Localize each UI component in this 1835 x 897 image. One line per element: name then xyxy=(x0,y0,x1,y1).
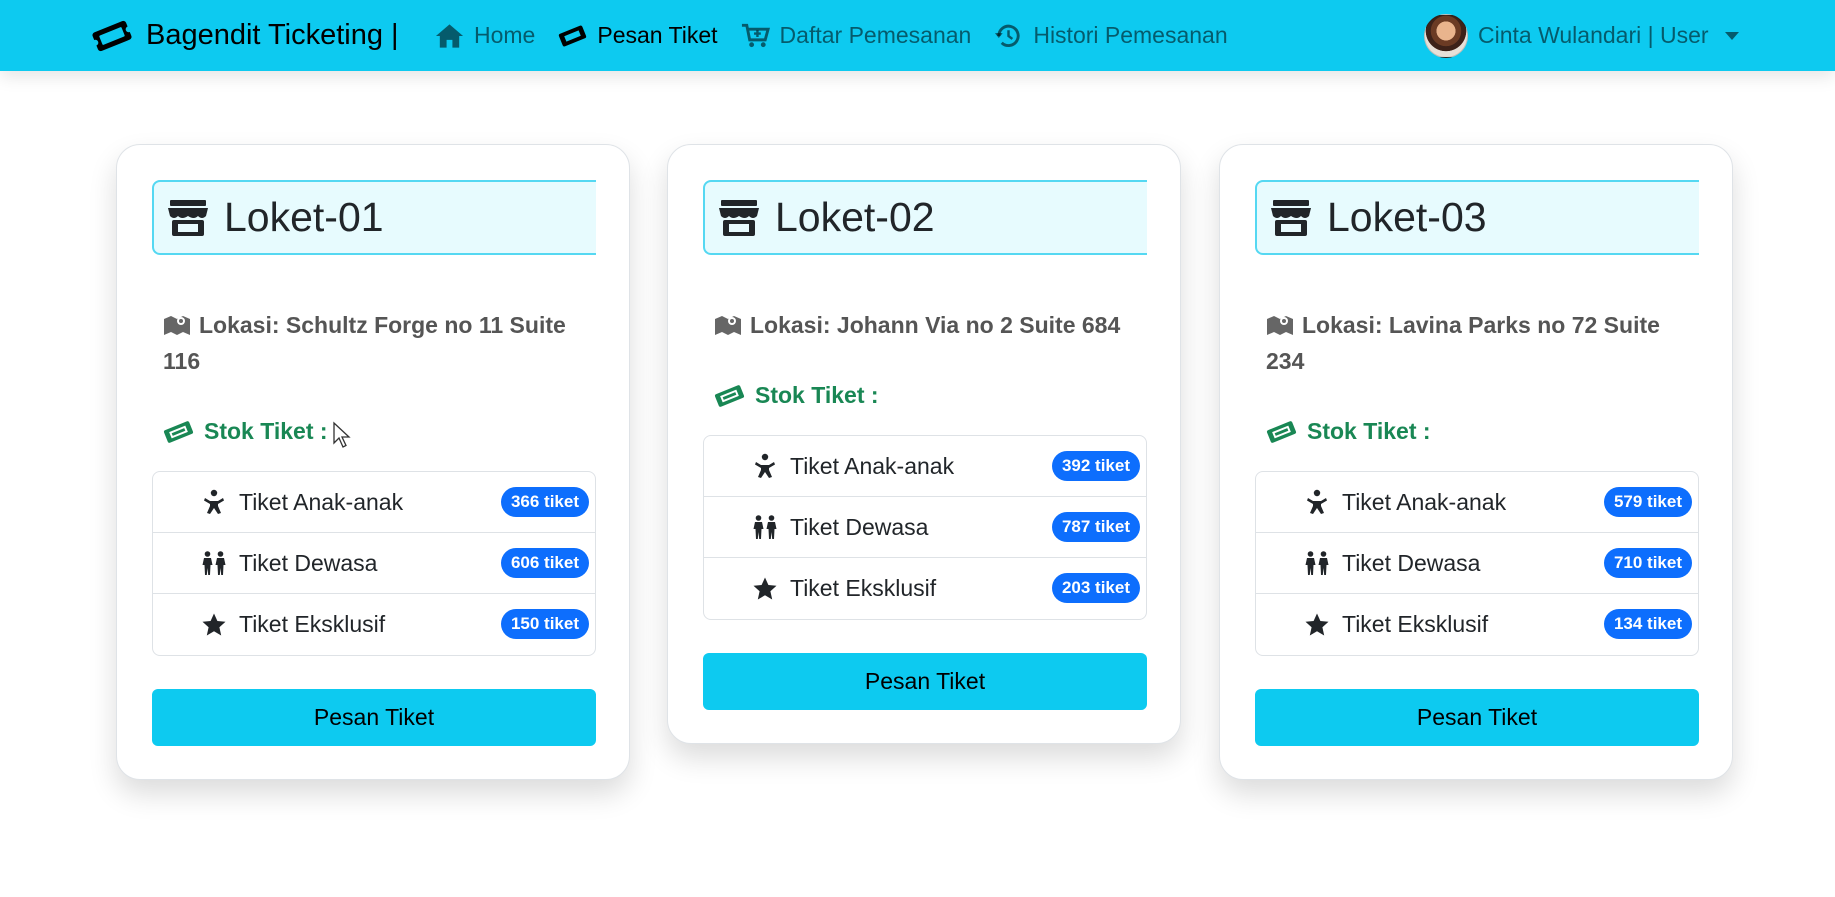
stock-badge: 606 tiket xyxy=(500,548,589,578)
stok-heading: Stok Tiket : xyxy=(1266,418,1431,445)
stok-label: Stok Tiket : xyxy=(204,418,328,444)
nav-links: Home Pesan Tiket Daftar Pemesanan Histor… xyxy=(434,0,1250,71)
mouse-cursor-icon xyxy=(333,421,351,448)
people-icon xyxy=(1305,551,1329,575)
navbar: Bagendit Ticketing | Home Pesan Tiket Da… xyxy=(0,0,1835,71)
loket-name: Loket-03 xyxy=(1327,194,1487,240)
ticket-label: Tiket Anak-anak xyxy=(239,488,404,515)
store-icon xyxy=(1271,199,1311,236)
nav-pesan-tiket[interactable]: Pesan Tiket xyxy=(557,22,718,50)
home-icon xyxy=(435,23,464,48)
loket-title: Loket-02 xyxy=(703,180,1147,255)
ticket-icon xyxy=(714,384,745,407)
location: Lokasi: Schultz Forge no 11 Suite 116 xyxy=(163,307,583,379)
stock-badge: 579 tiket xyxy=(1603,487,1692,517)
nav-daftar-label: Daftar Pemesanan xyxy=(779,22,972,48)
child-icon xyxy=(1307,489,1327,514)
loket-card: Loket-03 Lokasi: Lavina Parks no 72 Suite… xyxy=(1219,144,1733,780)
user-menu[interactable]: Cinta Wulandari | User xyxy=(1424,0,1739,71)
ticket-item: Tiket Dewasa 606 tiket xyxy=(153,533,595,594)
loket-name: Loket-02 xyxy=(775,194,935,240)
star-icon xyxy=(202,613,226,635)
history-icon xyxy=(995,24,1020,47)
pesan-tiket-button[interactable]: Pesan Tiket xyxy=(1255,689,1699,746)
star-icon xyxy=(753,577,777,599)
location-text: Lokasi: Johann Via no 2 Suite 684 xyxy=(750,312,1121,338)
nav-histori-pemesanan[interactable]: Histori Pemesanan xyxy=(993,22,1228,50)
ticket-label: Tiket Dewasa xyxy=(790,513,929,540)
stock-badge: 392 tiket xyxy=(1051,451,1140,481)
ticket-item: Tiket Dewasa 787 tiket xyxy=(704,497,1146,558)
ticket-label: Tiket Eksklusif xyxy=(239,611,386,637)
store-icon xyxy=(719,199,759,236)
brand-name: Bagendit Ticketing | xyxy=(146,19,399,51)
pesan-tiket-button[interactable]: Pesan Tiket xyxy=(703,653,1147,710)
ticket-item: Tiket Eksklusif 134 tiket xyxy=(1256,594,1698,655)
stock-badge: 787 tiket xyxy=(1051,512,1140,542)
map-icon xyxy=(715,316,741,335)
stok-label: Stok Tiket : xyxy=(755,382,879,408)
user-label: Cinta Wulandari | User xyxy=(1478,22,1709,48)
ticket-list: Tiket Anak-anak 366 tiket Tiket Dewasa 606 … xyxy=(152,471,596,656)
ticket-label: Tiket Eksklusif xyxy=(790,575,937,601)
stock-badge: 150 tiket xyxy=(500,609,589,639)
child-icon xyxy=(204,489,224,514)
ticket-list: Tiket Anak-anak 392 tiket Tiket Dewasa 787 … xyxy=(703,435,1147,620)
stock-badge: 366 tiket xyxy=(500,487,589,517)
ticket-icon xyxy=(163,420,194,443)
chevron-down-icon xyxy=(1724,31,1739,40)
ticket-label: Tiket Dewasa xyxy=(1342,549,1481,576)
loket-card: Loket-02 Lokasi: Johann Via no 2 Suite 68… xyxy=(667,144,1181,744)
avatar xyxy=(1424,13,1468,58)
nav-home-label: Home xyxy=(474,22,536,48)
ticket-list: Tiket Anak-anak 579 tiket Tiket Dewasa 710 … xyxy=(1255,471,1699,656)
people-icon xyxy=(753,515,777,539)
nav-pesan-tiket-label: Pesan Tiket xyxy=(597,22,718,48)
ticket-icon xyxy=(1266,420,1297,443)
nav-home[interactable]: Home xyxy=(434,22,535,50)
ticket-label: Tiket Dewasa xyxy=(239,549,378,576)
location: Lokasi: Lavina Parks no 72 Suite 234 xyxy=(1266,307,1686,379)
map-icon xyxy=(1267,316,1293,335)
location-text: Lokasi: Lavina Parks no 72 Suite 234 xyxy=(1266,312,1660,374)
ticket-label: Tiket Anak-anak xyxy=(790,452,955,479)
cart-icon xyxy=(741,23,770,47)
stock-badge: 203 tiket xyxy=(1051,573,1140,603)
map-icon xyxy=(164,316,190,335)
stock-badge: 134 tiket xyxy=(1603,609,1692,639)
location: Lokasi: Johann Via no 2 Suite 684 xyxy=(714,307,1134,343)
ticket-item: Tiket Anak-anak 579 tiket xyxy=(1256,472,1698,533)
ticket-icon xyxy=(559,25,587,46)
stok-heading: Stok Tiket : xyxy=(714,382,879,409)
store-icon xyxy=(168,199,208,236)
loket-title: Loket-01 xyxy=(152,180,596,255)
ticket-item: Tiket Eksklusif 150 tiket xyxy=(153,594,595,655)
ticket-item: Tiket Dewasa 710 tiket xyxy=(1256,533,1698,594)
location-text: Lokasi: Schultz Forge no 11 Suite 116 xyxy=(163,312,566,374)
stock-badge: 710 tiket xyxy=(1603,548,1692,578)
ticket-item: Tiket Anak-anak 392 tiket xyxy=(704,436,1146,497)
people-icon xyxy=(202,551,226,575)
ticket-label: Tiket Anak-anak xyxy=(1342,488,1507,515)
ticket-item: Tiket Eksklusif 203 tiket xyxy=(704,558,1146,619)
loket-card: Loket-01 Lokasi: Schultz Forge no 11 Suit… xyxy=(116,144,630,780)
stok-label: Stok Tiket : xyxy=(1307,418,1431,444)
ticket-item: Tiket Anak-anak 366 tiket xyxy=(153,472,595,533)
ticket-icon xyxy=(92,20,132,51)
star-icon xyxy=(1305,613,1329,635)
loket-title: Loket-03 xyxy=(1255,180,1699,255)
brand[interactable]: Bagendit Ticketing | xyxy=(88,0,399,71)
ticket-label: Tiket Eksklusif xyxy=(1342,611,1489,637)
stok-heading: Stok Tiket : xyxy=(163,418,328,445)
loket-name: Loket-01 xyxy=(224,194,384,240)
nav-daftar-pemesanan[interactable]: Daftar Pemesanan xyxy=(740,22,972,50)
nav-histori-label: Histori Pemesanan xyxy=(1033,22,1228,48)
pesan-tiket-button[interactable]: Pesan Tiket xyxy=(152,689,596,746)
child-icon xyxy=(755,453,775,478)
